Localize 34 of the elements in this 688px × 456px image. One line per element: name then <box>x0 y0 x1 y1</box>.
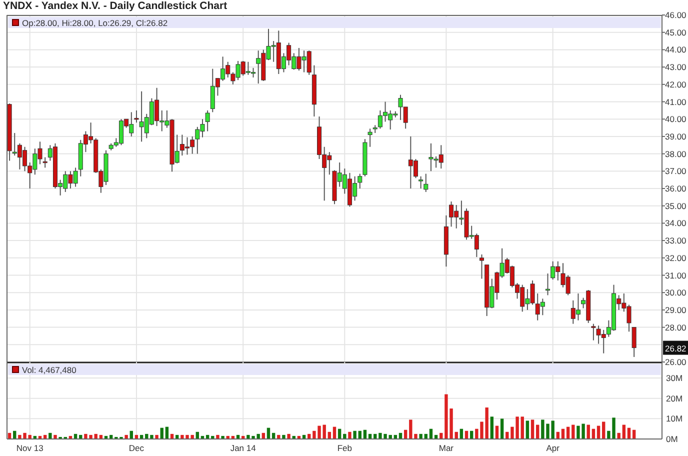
axis-label: 28.00 <box>665 322 686 332</box>
axis-label: Nov 13 <box>16 443 44 453</box>
axis-label: 35.00 <box>665 200 686 211</box>
axis-label: Apr <box>546 443 560 453</box>
axis-label: 29.00 <box>665 304 686 315</box>
axis-label: 45.00 <box>665 27 686 38</box>
axis-label: 0M <box>666 434 678 444</box>
axis-label: 42.00 <box>665 79 686 90</box>
legend-text: Vol: 4,467,480 <box>22 364 76 374</box>
axis-label: 31.00 <box>665 270 686 280</box>
axis-label: 38.00 <box>665 148 686 159</box>
axis-label: 26.00 <box>665 357 686 367</box>
axis-label: 33.00 <box>665 236 686 246</box>
axis-label: Jan 14 <box>230 443 256 453</box>
axis-label: 36.00 <box>665 184 686 194</box>
axis-label: 44.00 <box>665 44 686 55</box>
axis-label: 20M <box>666 393 683 404</box>
legend-text: Op:28.00, Hi:28.00, Lo:26.29, Cl:26.82 <box>22 18 168 28</box>
axis-label: 30M <box>666 373 683 383</box>
axis-label: 30.00 <box>665 288 686 298</box>
last-price-tag: 26.82 <box>663 340 688 355</box>
axis-label: 41.00 <box>665 96 686 107</box>
axis-label: 40.00 <box>665 114 686 124</box>
axis-label: 46.00 <box>665 10 686 20</box>
axis-label: 37.00 <box>665 166 686 176</box>
axis-label: 34.00 <box>665 218 686 228</box>
axis-label: 32.00 <box>665 252 686 263</box>
axis-label: Mar <box>438 443 454 453</box>
axis-label: Dec <box>128 443 144 453</box>
axis-label: 43.00 <box>665 62 686 72</box>
axis-label: Feb <box>337 443 352 453</box>
chart-title: YNDX - Yandex N.V. - Daily Candlestick Chart <box>2 0 228 14</box>
axis-label: 10M <box>666 414 683 424</box>
axis-label: 39.00 <box>665 131 686 142</box>
